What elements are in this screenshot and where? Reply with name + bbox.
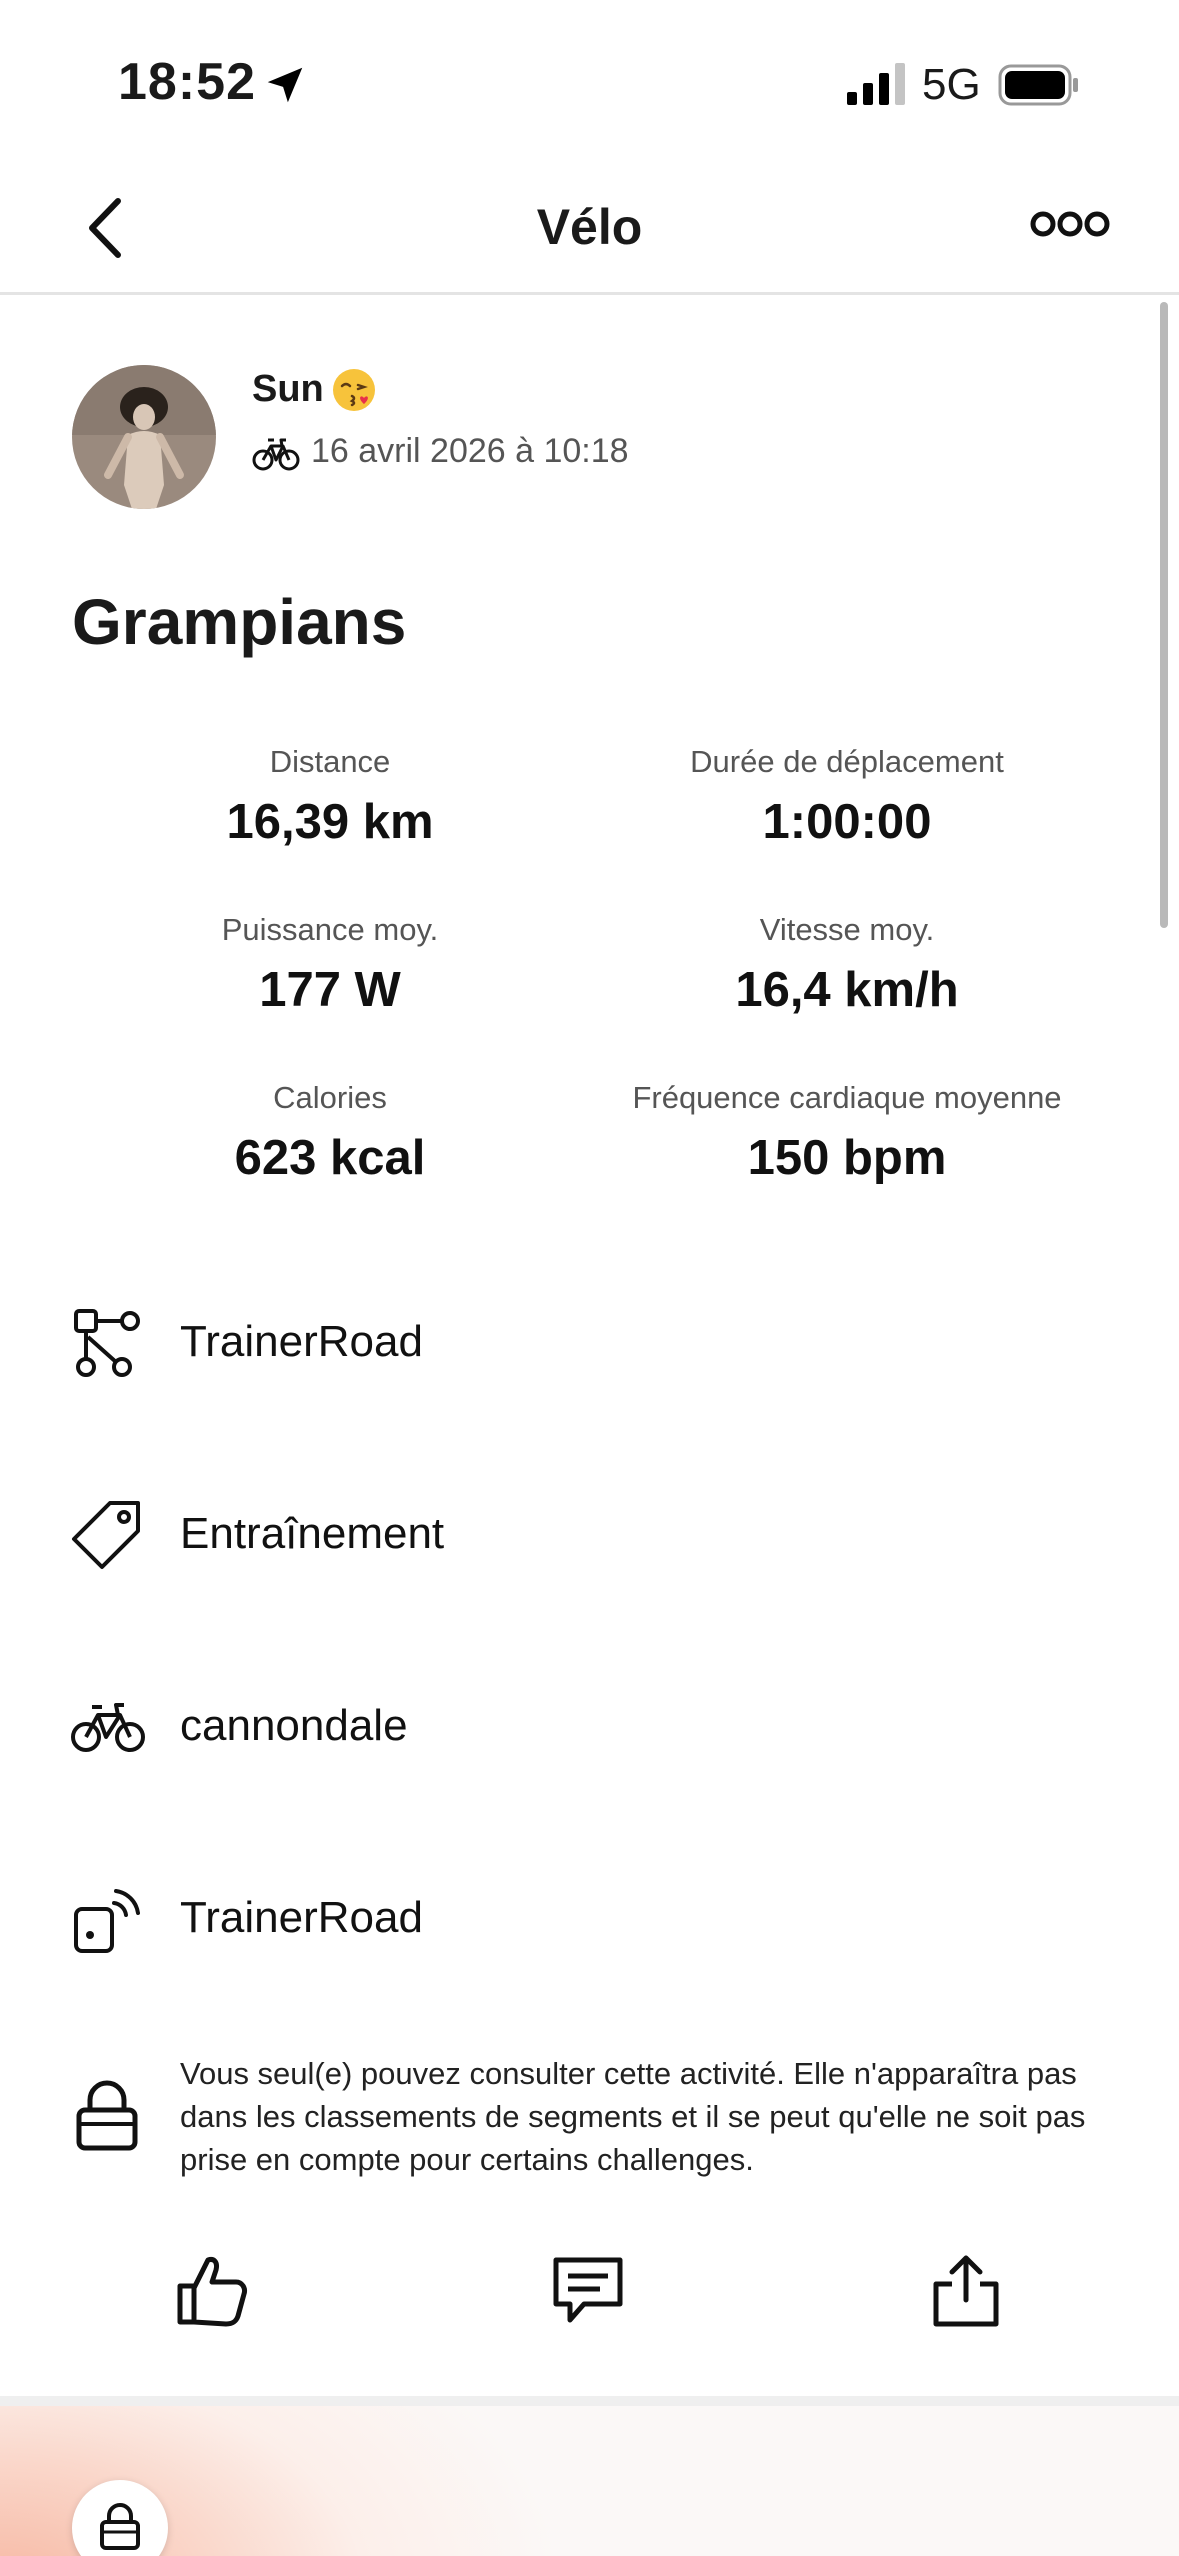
promo-panel (0, 2406, 1179, 2556)
page-title: Vélo (536, 199, 643, 255)
avatar[interactable] (72, 365, 216, 509)
stat-label: Vitesse moy. (759, 912, 935, 947)
activity-title: Grampians (72, 586, 407, 658)
activity-date: 16 avril 2026 à 10:18 (311, 432, 629, 470)
thumbs-up-icon[interactable] (172, 2252, 252, 2328)
status-time: 18:52 (118, 53, 256, 111)
stat-value: 150 bpm (747, 1131, 947, 1185)
stat-label: Fréquence cardiaque moyenne (632, 1080, 1062, 1115)
detail-row-gear[interactable]: cannondale (0, 1671, 1179, 1781)
status-bar: 18:52 5G (0, 0, 1179, 160)
stat-value: 1:00:00 (762, 795, 932, 849)
workout-route-icon (74, 1309, 140, 1377)
stat-value: 623 kcal (234, 1131, 426, 1185)
privacy-notice: Vous seul(e) pouvez consulter cette acti… (180, 2056, 1086, 2177)
comment-icon[interactable] (548, 2252, 628, 2328)
battery-icon (998, 64, 1078, 106)
cellular-signal-icon (847, 63, 905, 105)
location-arrow-icon (267, 67, 303, 103)
stat-calories: Calories 623 kcal (50, 1080, 610, 1186)
detail-row-label: Entraînement (180, 1509, 445, 1558)
stat-label: Durée de déplacement (690, 744, 1004, 779)
stat-label: Distance (269, 744, 391, 779)
stat-avg-power: Puissance moy. 177 W (50, 912, 610, 1018)
detail-row-label: TrainerRoad (180, 1893, 423, 1942)
tag-icon (72, 1501, 140, 1569)
section-divider (0, 2396, 1179, 2406)
share-icon[interactable] (926, 2252, 1006, 2328)
device-sync-icon (74, 1889, 140, 1953)
lock-icon (100, 2503, 140, 2550)
scrollbar[interactable] (1160, 302, 1168, 928)
athlete-name[interactable]: Sun (252, 368, 324, 411)
stat-value: 177 W (259, 963, 401, 1017)
lock-icon (76, 2080, 138, 2151)
kissing-face-emoji-icon (333, 369, 375, 411)
more-options-icon[interactable] (1030, 206, 1110, 242)
stat-value: 16,4 km/h (735, 963, 959, 1017)
stat-label: Calories (273, 1080, 387, 1115)
network-type: 5G (922, 60, 981, 109)
detail-row-workout[interactable]: TrainerRoad (0, 1287, 1179, 1397)
stat-avg-speed: Vitesse moy. 16,4 km/h (567, 912, 1127, 1018)
detail-row-label: TrainerRoad (180, 1317, 423, 1366)
detail-row-label: cannondale (180, 1701, 408, 1750)
stat-moving-time: Durée de déplacement 1:00:00 (567, 744, 1127, 850)
bike-icon (71, 1703, 145, 1752)
stat-label: Puissance moy. (221, 912, 439, 947)
navigation-bar: Vélo (0, 160, 1179, 295)
stat-value: 16,39 km (226, 795, 434, 849)
detail-row-device[interactable]: TrainerRoad (0, 1863, 1179, 1973)
stat-avg-heart-rate: Fréquence cardiaque moyenne 150 bpm (567, 1080, 1127, 1186)
detail-row-type[interactable]: Entraînement (0, 1479, 1179, 1589)
stat-distance: Distance 16,39 km (50, 744, 610, 850)
bike-icon (252, 438, 300, 471)
